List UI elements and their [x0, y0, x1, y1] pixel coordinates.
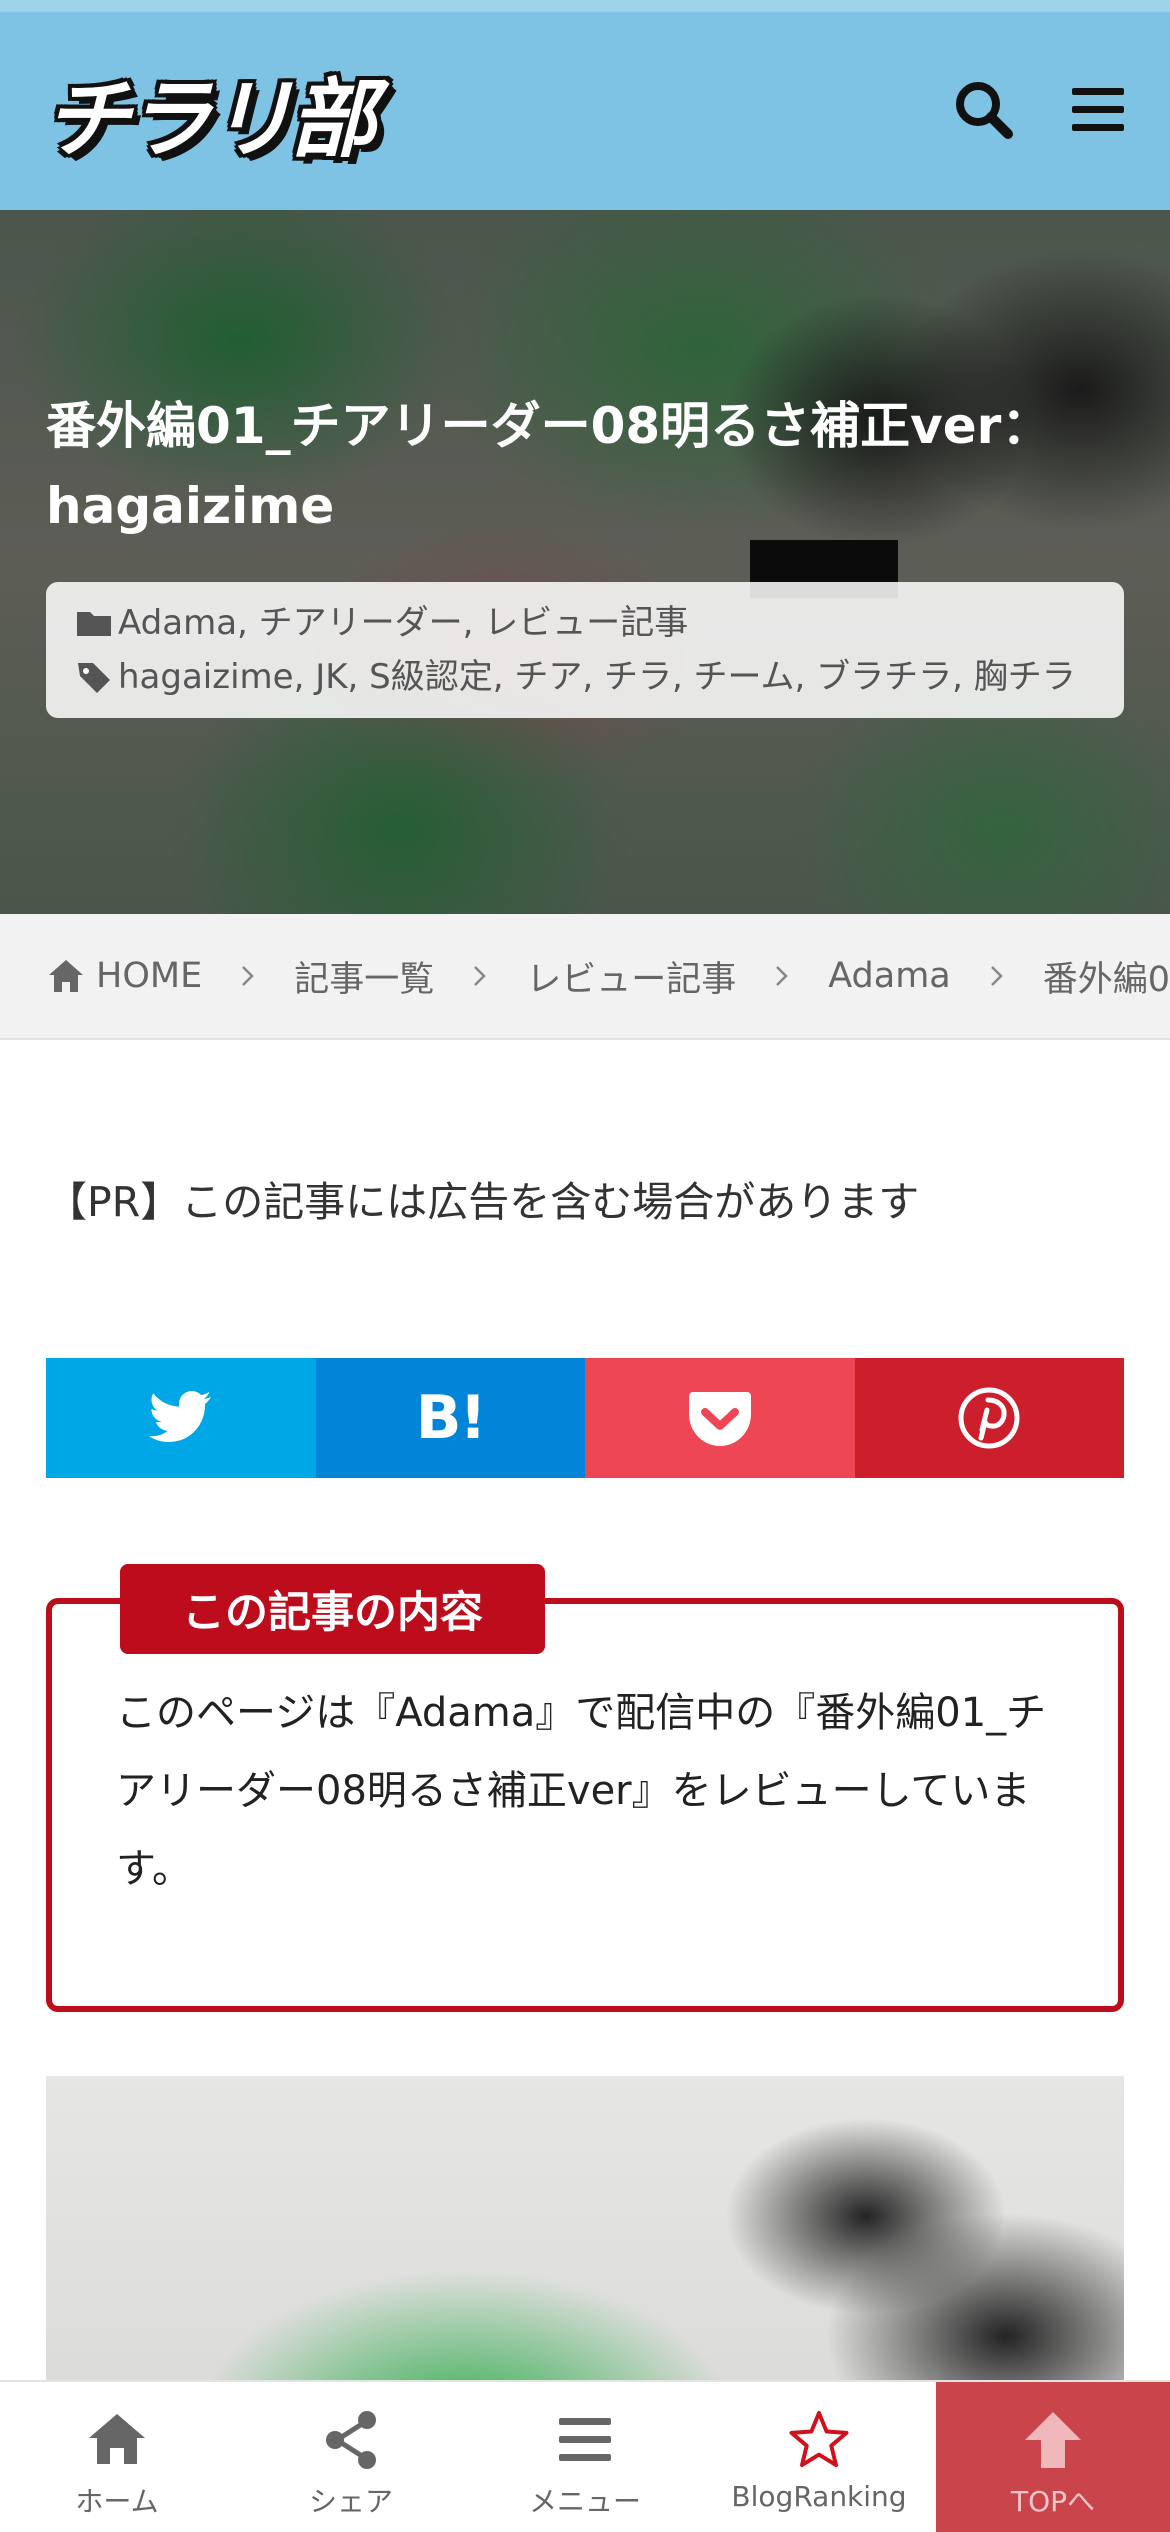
pinterest-share-button[interactable] — [854, 1358, 1124, 1478]
tag-list[interactable]: hagaizime, JK, S級認定, チア, チラ, チーム, ブラチラ, … — [118, 650, 1076, 704]
tag-icon — [78, 663, 110, 693]
category-line[interactable]: Adama, チアリーダー, レビュー記事 — [74, 596, 1096, 650]
breadcrumb-item[interactable]: 記事一覧 — [294, 951, 434, 1002]
hamburger-icon — [1072, 88, 1124, 131]
nav-back-to-top[interactable]: TOPへ — [936, 2382, 1170, 2532]
chevron-right-icon — [474, 966, 486, 986]
search-button[interactable] — [948, 74, 1020, 146]
nav-label: TOPへ — [1010, 2485, 1096, 2518]
logo-text: チラリ部 — [44, 69, 376, 170]
search-icon — [956, 82, 1013, 139]
arrow-up-icon — [1025, 2412, 1081, 2468]
folder-icon — [77, 612, 111, 636]
nav-home[interactable]: ホーム — [0, 2382, 234, 2532]
site-header: チラリ部 — [0, 12, 1170, 210]
nav-blogranking[interactable]: BlogRanking — [702, 2382, 936, 2532]
hero-eyecatch: 番外編01_チアリーダー08明るさ補正ver：hagaizime Adama, … — [0, 210, 1170, 914]
menu-icon — [559, 2418, 611, 2461]
article-summary-box: この記事の内容 このページは『Adama』で配信中の『番外編01_チアリーダー0… — [46, 1564, 1124, 2012]
share-icon — [326, 2411, 376, 2469]
summary-heading: この記事の内容 — [120, 1564, 545, 1654]
chevron-right-icon — [242, 966, 254, 986]
chevron-right-icon — [990, 966, 1003, 986]
pocket-icon — [688, 1392, 751, 1446]
hatena-share-button[interactable]: B! — [315, 1358, 585, 1478]
nav-menu[interactable]: メニュー — [468, 2382, 702, 2532]
article-title: 番外編01_チアリーダー08明るさ補正ver：hagaizime — [46, 397, 1052, 535]
nav-share[interactable]: シェア — [234, 2382, 468, 2532]
home-icon — [49, 960, 83, 992]
star-icon — [789, 2411, 849, 2468]
home-icon — [89, 2414, 145, 2464]
bottom-navigation: ホーム シェア メニュー BlogRanking TOPへ — [0, 2380, 1170, 2532]
pinterest-icon — [958, 1387, 1020, 1449]
pr-notice: 【PR】この記事には広告を含む場合があります — [46, 1178, 920, 1226]
nav-label: BlogRanking — [731, 2480, 907, 2513]
nav-label: メニュー — [528, 2485, 641, 2518]
pocket-share-button[interactable] — [585, 1358, 855, 1478]
tag-line[interactable]: hagaizime, JK, S級認定, チア, チラ, チーム, ブラチラ, … — [74, 650, 1096, 704]
nav-label: シェア — [308, 2485, 393, 2518]
share-buttons: B! — [46, 1358, 1124, 1478]
breadcrumb-home[interactable]: HOME — [46, 956, 202, 996]
article-meta: Adama, チアリーダー, レビュー記事 hagaizime, JK, S級認… — [46, 582, 1124, 718]
chevron-right-icon — [776, 966, 788, 986]
twitter-icon — [148, 1391, 211, 1442]
hatena-bookmark-icon: B! — [415, 1383, 487, 1453]
category-list[interactable]: Adama, チアリーダー, レビュー記事 — [118, 596, 688, 650]
nav-label: ホーム — [75, 2485, 159, 2518]
breadcrumb: HOME 記事一覧 レビュー記事 Adama 番外編0 — [0, 914, 1170, 1040]
site-logo[interactable]: チラリ部 — [44, 56, 376, 170]
breadcrumb-item[interactable]: レビュー記事 — [526, 951, 736, 1002]
status-strip — [0, 0, 1170, 12]
summary-text: このページは『Adama』で配信中の『番外編01_チアリーダー08明るさ補正ve… — [116, 1690, 1047, 1892]
menu-button[interactable] — [1062, 74, 1134, 146]
breadcrumb-label: HOME — [96, 956, 203, 996]
twitter-share-button[interactable] — [46, 1358, 316, 1478]
breadcrumb-item[interactable]: Adama — [828, 956, 951, 996]
breadcrumb-current: 番外編0 — [1042, 959, 1170, 1000]
